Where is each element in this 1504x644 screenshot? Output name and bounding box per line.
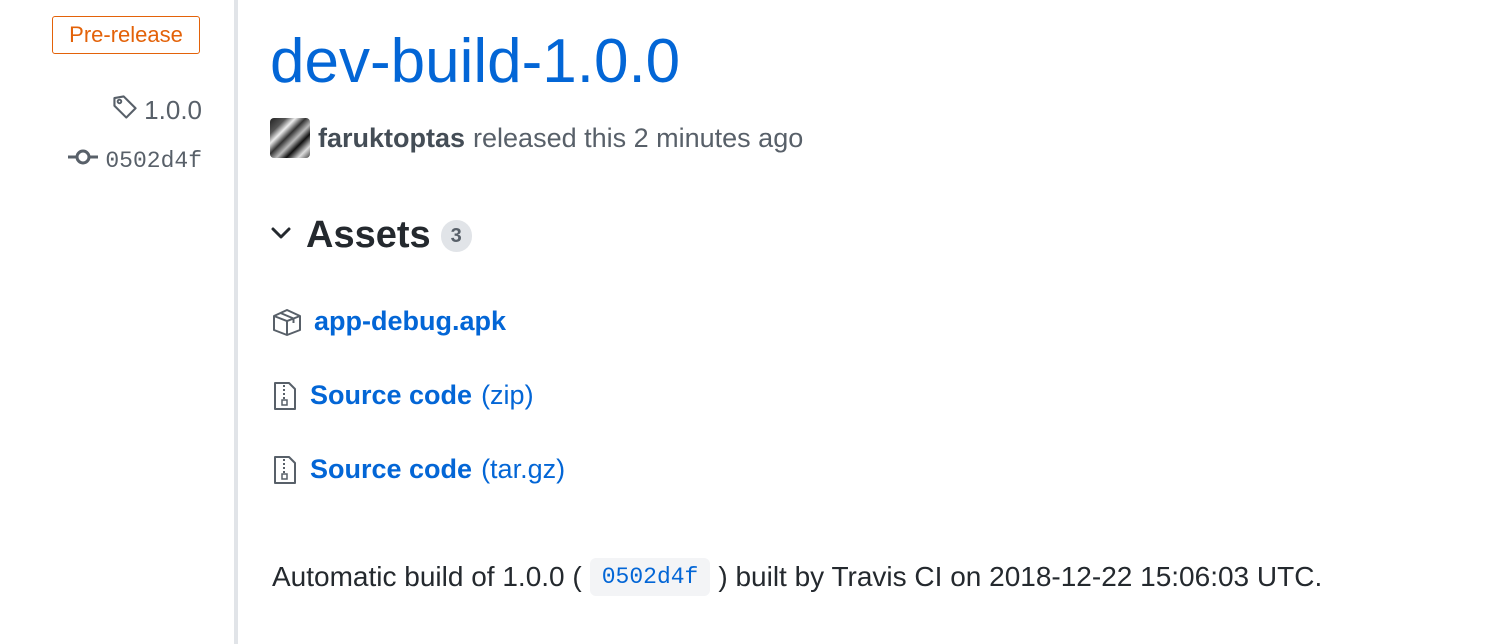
- commit-sha-link[interactable]: 0502d4f: [589, 558, 711, 596]
- commit-sha-label: 0502d4f: [105, 147, 202, 174]
- release-tag-link[interactable]: 1.0.0: [112, 94, 202, 127]
- asset-extension-label: (tar.gz): [481, 454, 566, 484]
- tag-label: 1.0.0: [144, 95, 202, 125]
- description-text-before: Automatic build of 1.0.0 (: [272, 561, 582, 592]
- file-zip-icon: [272, 455, 298, 485]
- author-name-link[interactable]: faruktoptas: [318, 123, 465, 154]
- assets-title: Assets: [306, 214, 431, 256]
- asset-app-debug-apk[interactable]: app-debug.apk: [272, 306, 506, 337]
- description-text-after: ) built by Travis CI on 2018-12-22 15:06…: [718, 561, 1323, 592]
- release-meta-column: Pre-release 1.0.0 0502d4f: [0, 0, 234, 644]
- asset-name-link[interactable]: Source code: [310, 454, 472, 485]
- package-icon: [272, 308, 302, 336]
- asset-source-zip[interactable]: Source code (zip): [272, 380, 534, 411]
- release-time-text: released this 2 minutes ago: [473, 122, 804, 153]
- assets-toggle[interactable]: Assets 3: [270, 214, 472, 257]
- asset-name-link[interactable]: Source code: [310, 380, 472, 411]
- assets-count-badge: 3: [440, 219, 472, 252]
- git-commit-icon: [67, 146, 105, 175]
- release-author-row: faruktoptas released this 2 minutes ago: [270, 118, 803, 158]
- asset-extension-label: (zip): [481, 380, 534, 410]
- tag-icon: [112, 94, 144, 127]
- file-zip-icon: [272, 381, 298, 411]
- release-page: Pre-release 1.0.0 0502d4f dev-build-1.0.…: [0, 0, 1504, 644]
- avatar[interactable]: [270, 118, 310, 158]
- chevron-down-icon: [270, 222, 292, 249]
- release-description: Automatic build of 1.0.0 ( 0502d4f ) bui…: [272, 558, 1322, 596]
- pre-release-badge: Pre-release: [52, 16, 200, 54]
- release-commit-link[interactable]: 0502d4f: [67, 146, 202, 175]
- asset-name-link[interactable]: app-debug.apk: [314, 306, 506, 337]
- timeline-divider: [234, 0, 238, 644]
- asset-source-targz[interactable]: Source code (tar.gz): [272, 454, 565, 485]
- release-title[interactable]: dev-build-1.0.0: [270, 26, 680, 98]
